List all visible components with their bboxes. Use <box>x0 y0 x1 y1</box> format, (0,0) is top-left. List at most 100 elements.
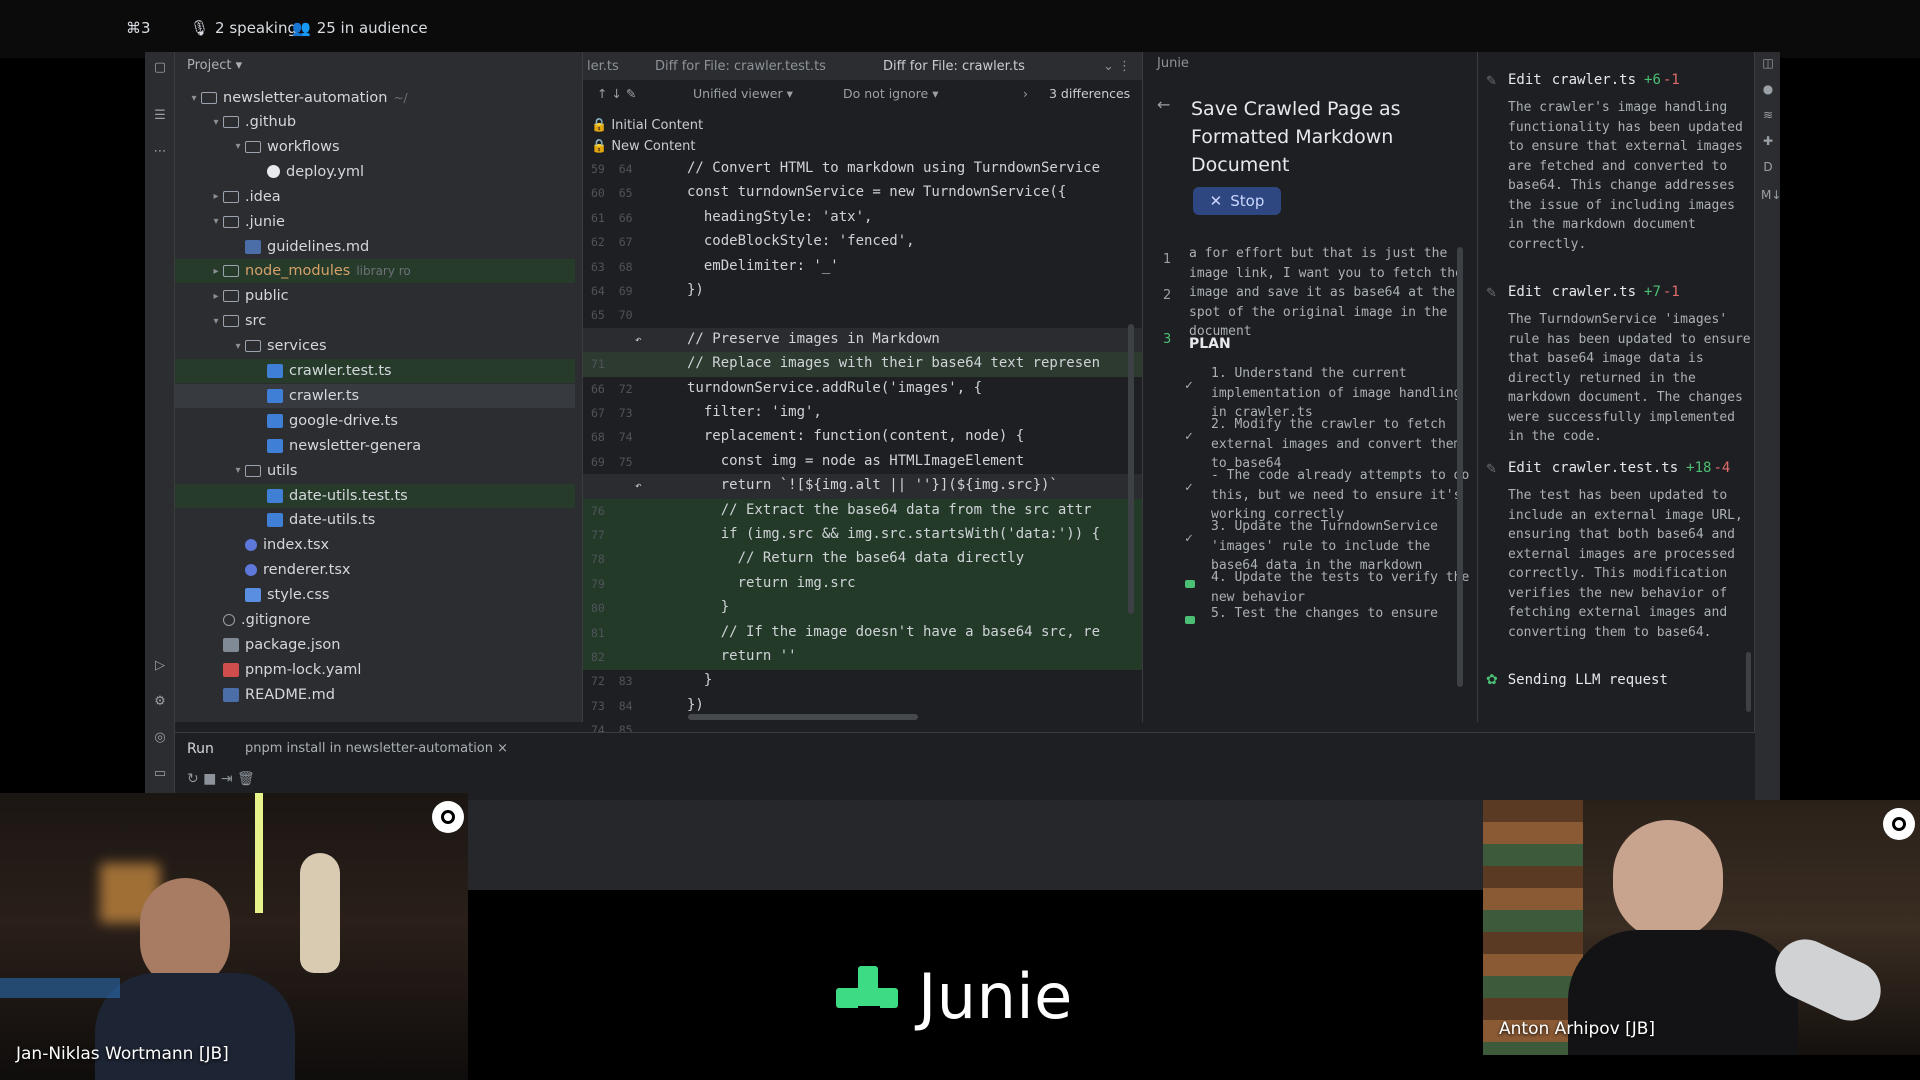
revert-icon[interactable]: ↶ <box>635 479 642 492</box>
edit-header[interactable]: Edit crawler.test.ts +18 -4 <box>1508 460 1730 476</box>
tree-root[interactable]: ▾ newsletter-automation ~/ <box>175 86 575 110</box>
services-tool-icon[interactable]: ◎ <box>152 730 168 746</box>
code-line: ↶ // Preserve images in Markdown <box>583 327 1143 353</box>
tree-item[interactable]: ▸ node_modules library ro <box>175 259 575 284</box>
tree-item[interactable]: .gitignore <box>175 608 575 632</box>
back-arrow-icon[interactable]: ← <box>1157 95 1170 114</box>
project-tool-icon[interactable]: ▢ <box>152 60 168 76</box>
junie-tool-icon[interactable]: ✚ <box>1761 134 1775 148</box>
tree-item-label: crawler.test.ts <box>289 363 392 379</box>
camera-settings-icon[interactable] <box>1883 808 1915 840</box>
viewer-dropdown[interactable]: Unified viewer ▾ <box>693 86 793 101</box>
lines-added: +6 <box>1644 72 1661 88</box>
edit-label: Edit <box>1508 460 1542 476</box>
line-number: 60 65 <box>591 186 633 201</box>
more-tools-icon[interactable]: ⋯ <box>152 144 168 160</box>
run-task-tab[interactable]: pnpm install in newsletter-automation × <box>245 741 508 756</box>
layout-icon[interactable]: ◫ <box>1761 56 1775 70</box>
edit-header[interactable]: Edit crawler.ts +7 -1 <box>1508 284 1680 300</box>
junie-logo: Junie <box>836 960 1073 1033</box>
junie-wordmark: Junie <box>918 960 1073 1033</box>
d-icon[interactable]: D <box>1761 160 1775 174</box>
code-text: return `![${img.alt || ''}](${img.src})` <box>687 477 1058 494</box>
stop-label: Stop <box>1230 192 1265 210</box>
initial-content-label: 🔒 Initial Content <box>591 118 704 133</box>
tree-item[interactable]: ▾ src <box>175 309 575 333</box>
tree-item[interactable]: guidelines.md <box>175 235 575 259</box>
tree-item[interactable]: deploy.yml <box>175 160 575 184</box>
step-number-3: 3 <box>1163 332 1172 347</box>
tree-item-label: utils <box>267 462 298 479</box>
project-header[interactable]: Project ▾ <box>187 58 242 73</box>
lines-added: +7 <box>1644 284 1661 300</box>
stream-status-bar: ⌘3 🎙 2 speaking 👥 25 in audience <box>0 0 1920 58</box>
tab-diff-crawler[interactable]: Diff for File: crawler.ts <box>883 59 1025 74</box>
ts-file-icon <box>267 488 283 503</box>
participant-name-right: Anton Arhipov [JB] <box>1499 1019 1656 1039</box>
settings-tool-icon[interactable]: ⚙ <box>152 694 168 710</box>
horizontal-scrollbar[interactable] <box>688 714 918 720</box>
tree-item[interactable]: style.css <box>175 583 575 607</box>
rerun-icon[interactable]: ↻ ■ ⇥ 🗑 <box>187 771 255 787</box>
audience-count: 👥 25 in audience <box>292 19 428 37</box>
gh-file-icon <box>267 165 280 179</box>
pending-icon <box>1185 580 1195 588</box>
tree-item[interactable]: package.json <box>175 633 575 657</box>
code-line: 66 72 turndownService.addRule('images', { <box>583 377 1143 402</box>
tree-item[interactable]: ▾ utils <box>175 459 575 483</box>
circle-icon[interactable]: ● <box>1761 82 1775 96</box>
structure-tool-icon[interactable]: ☰ <box>152 108 168 124</box>
tree-item[interactable]: ▸ .idea <box>175 185 575 209</box>
audience-text: 25 in audience <box>316 19 428 37</box>
markdown-icon[interactable]: M↓ <box>1761 188 1780 202</box>
code-line: 68 74 replacement: function(content, nod… <box>583 425 1143 450</box>
tree-item[interactable]: date-utils.ts <box>175 508 575 532</box>
tree-item[interactable]: ▾ workflows <box>175 135 575 159</box>
run-tab[interactable]: Run <box>187 741 214 757</box>
tsx-file-icon <box>245 539 257 552</box>
tree-item[interactable]: date-utils.test.ts <box>175 483 575 508</box>
code-line: 81 // If the image doesn't have a base64… <box>583 620 1143 646</box>
prev-diff-icon[interactable]: ↑ ↓ ✎ <box>597 86 636 101</box>
line-number: 73 84 <box>591 698 633 713</box>
plan-item-text: 1. Understand the current implementation… <box>1211 366 1462 420</box>
vertical-scrollbar[interactable] <box>1128 324 1134 614</box>
ide-window: ▢ ☰ ⋯ ▷ ⚙ ◎ ▭ Project ▾ ▾ newsletter-aut… <box>145 52 1780 800</box>
edit-header[interactable]: Edit crawler.ts +6 -1 <box>1508 72 1680 88</box>
tree-item[interactable]: README.md <box>175 683 575 707</box>
tabs-overflow-icon[interactable]: ⌄ ⋮ <box>1103 59 1131 74</box>
tree-item[interactable]: pnpm-lock.yaml <box>175 658 575 682</box>
revert-icon[interactable]: ↶ <box>635 333 642 346</box>
database-icon[interactable]: ≋ <box>1761 108 1775 122</box>
tree-item-label: .gitignore <box>241 612 311 628</box>
ignore-dropdown[interactable]: Do not ignore ▾ <box>843 86 938 101</box>
camera-settings-icon[interactable] <box>432 801 464 833</box>
tree-item[interactable]: newsletter-genera <box>175 434 575 458</box>
tree-item[interactable]: ▾ .github <box>175 110 575 134</box>
tab-diff-crawler-test[interactable]: Diff for File: crawler.test.ts <box>655 59 826 74</box>
tab-crawler-ts[interactable]: ler.ts <box>587 59 619 74</box>
edits-scrollbar[interactable] <box>1746 652 1751 712</box>
tree-item[interactable]: crawler.test.ts <box>175 359 575 383</box>
pencil-icon: ✎ <box>1486 74 1497 89</box>
terminal-tool-icon[interactable]: ▭ <box>152 766 168 782</box>
tree-item[interactable]: ▾ .junie <box>175 210 575 234</box>
tree-item[interactable]: ▸ public <box>175 284 575 308</box>
line-number: 72 83 <box>591 674 633 689</box>
tree-item[interactable]: google-drive.ts <box>175 409 575 433</box>
tree-item[interactable]: renderer.tsx <box>175 558 575 582</box>
junie-chat-panel: Junie ← Save Crawled Page as Formatted M… <box>1142 52 1477 722</box>
run-tool-icon[interactable]: ▷ <box>152 658 168 674</box>
pencil-icon: ✎ <box>1486 286 1497 301</box>
tree-item[interactable]: ▾ services <box>175 334 575 358</box>
next-diff-icon[interactable]: › <box>1023 86 1028 101</box>
code-line: 76 // Extract the base64 data from the s… <box>583 498 1143 524</box>
tree-item[interactable]: index.tsx <box>175 533 575 557</box>
project-panel: Project ▾ ▾ newsletter-automation ~/ ▾ .g… <box>175 52 582 722</box>
lines-removed: -1 <box>1662 72 1680 88</box>
checkmark-icon: ✓ <box>1185 531 1193 546</box>
tree-item[interactable]: crawler.ts <box>175 383 575 408</box>
stop-button[interactable]: ✕ Stop <box>1193 187 1281 215</box>
code-line: 72 83 } <box>583 669 1143 694</box>
chat-scrollbar[interactable] <box>1457 247 1463 687</box>
